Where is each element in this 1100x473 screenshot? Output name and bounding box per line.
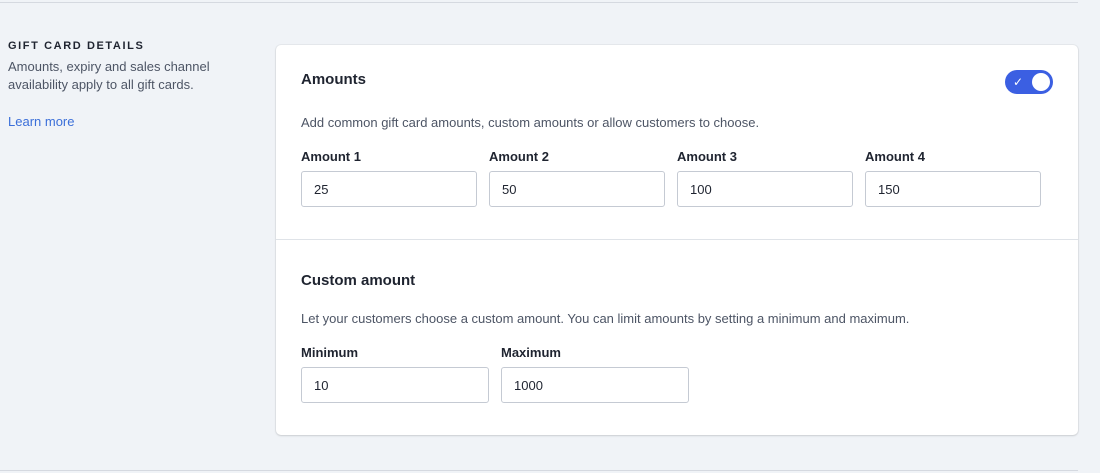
maximum-field: Maximum — [501, 345, 689, 403]
toggle-knob — [1032, 73, 1050, 91]
amounts-title: Amounts — [301, 71, 366, 88]
amount-3-input[interactable] — [677, 171, 853, 207]
check-icon: ✓ — [1013, 75, 1024, 89]
amount-4-field: Amount 4 — [865, 149, 1041, 207]
gift-card-settings-card: Amounts ✓ Add common gift card amounts, … — [276, 45, 1078, 435]
maximum-input[interactable] — [501, 367, 689, 403]
amount-2-field: Amount 2 — [489, 149, 665, 207]
amount-4-label: Amount 4 — [865, 149, 925, 164]
minimum-field: Minimum — [301, 345, 489, 403]
section-heading: GIFT CARD DETAILS — [8, 40, 145, 52]
section-info: GIFT CARD DETAILS Amounts, expiry and sa… — [8, 40, 253, 131]
amount-2-input[interactable] — [489, 171, 665, 207]
amount-1-input[interactable] — [301, 171, 477, 207]
amounts-section: Amounts ✓ Add common gift card amounts, … — [276, 45, 1078, 240]
section-description: Amounts, expiry and sales channel availa… — [8, 59, 210, 92]
minimum-input[interactable] — [301, 367, 489, 403]
amount-3-label: Amount 3 — [677, 149, 737, 164]
amount-4-input[interactable] — [865, 171, 1041, 207]
amount-1-field: Amount 1 — [301, 149, 477, 207]
amount-2-label: Amount 2 — [489, 149, 549, 164]
amount-3-field: Amount 3 — [677, 149, 853, 207]
bottom-divider — [0, 470, 1078, 471]
top-divider — [0, 2, 1078, 3]
minimum-label: Minimum — [301, 345, 359, 360]
amounts-toggle[interactable]: ✓ — [1005, 70, 1053, 94]
custom-amount-description: Let your customers choose a custom amoun… — [301, 311, 910, 326]
learn-more-link[interactable]: Learn more — [8, 114, 74, 129]
amounts-description: Add common gift card amounts, custom amo… — [301, 115, 760, 130]
amount-1-label: Amount 1 — [301, 149, 361, 164]
custom-amount-title: Custom amount — [301, 272, 416, 289]
maximum-label: Maximum — [501, 345, 561, 360]
custom-amount-section: Custom amount Let your customers choose … — [276, 240, 1078, 435]
